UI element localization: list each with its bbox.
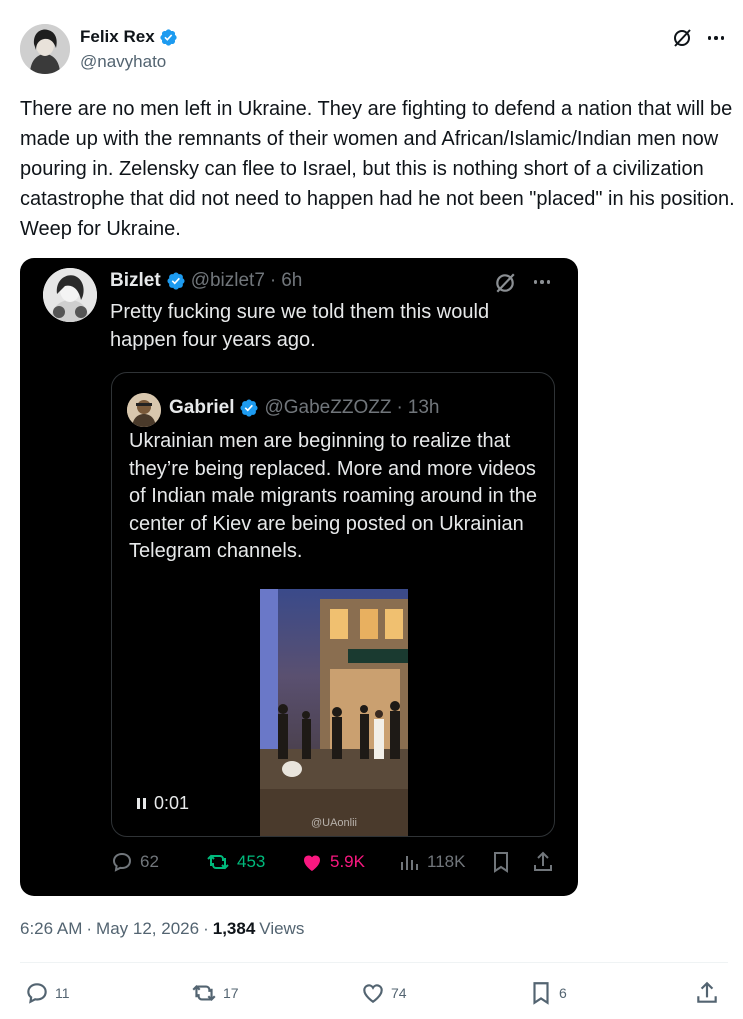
inner-name-row: Gabriel @GabeZZOZZ · 13h (169, 397, 440, 419)
quoted-separator: · (269, 270, 277, 291)
quoted-like-stat: 5.9K (300, 850, 365, 874)
repost-button[interactable]: 17 (190, 980, 239, 1006)
reply-count: 11 (55, 985, 70, 1001)
inner-verified-badge-icon (240, 399, 259, 417)
video-thumbnail: @UAonlii (260, 589, 408, 836)
inner-age: 13h (407, 397, 440, 418)
views-label: Views (259, 919, 305, 938)
quoted-age: 6h (281, 270, 303, 291)
quoted-display-name: Bizlet (110, 270, 161, 291)
share-button[interactable] (694, 980, 720, 1006)
quoted-avatar (43, 268, 97, 322)
share-icon (534, 851, 552, 871)
author-avatar[interactable] (20, 24, 70, 74)
share-icon (697, 981, 717, 1003)
repost-count: 17 (223, 985, 239, 1001)
views-icon (401, 856, 418, 870)
quoted-reply-count: 62 (140, 852, 159, 871)
video-time: 0:01 (154, 793, 190, 813)
inner-separator: · (396, 397, 403, 418)
author-handle[interactable]: @navyhato (80, 52, 166, 72)
reply-icon (27, 983, 47, 1004)
repost-icon (207, 854, 229, 870)
quoted-grok-icon (496, 273, 515, 293)
video-watermark: @UAonlii (310, 817, 357, 829)
inner-quote-card: Gabriel @GabeZZOZZ · 13h Ukrainian men a… (111, 372, 555, 837)
quoted-verified-badge-icon (167, 272, 185, 290)
quoted-views-stat: 118K (397, 850, 465, 874)
quoted-handle: @bizlet7 (190, 270, 265, 291)
author-display-name[interactable]: Felix Rex (80, 27, 155, 47)
quoted-share (532, 850, 554, 874)
like-count: 74 (391, 985, 407, 1001)
meta-separator-1: · (86, 919, 93, 938)
views-count: 1,384 (212, 919, 256, 938)
tweet: Felix Rex @navyhato There are no men lef… (0, 0, 743, 1019)
heart-icon (363, 984, 383, 1003)
grok-icon[interactable] (672, 28, 692, 48)
quoted-reply-stat: 62 (110, 850, 159, 874)
inner-handle: @GabeZZOZZ (264, 397, 392, 418)
divider (20, 962, 728, 963)
quoted-repost-count: 453 (237, 852, 266, 871)
tweet-media-image[interactable]: Bizlet @bizlet7 · 6h Pretty fucking sure… (20, 258, 578, 896)
quoted-like-count: 5.9K (330, 852, 365, 871)
inner-avatar (127, 393, 161, 427)
bookmark-icon (533, 982, 549, 1005)
bookmark-button[interactable]: 6 (528, 980, 567, 1006)
tweet-meta: 6:26 AM · May 12, 2026 · 1,384 Views (20, 919, 304, 939)
bookmark-icon (494, 852, 508, 873)
bookmark-count: 6 (559, 985, 567, 1001)
more-options-icon[interactable] (704, 28, 728, 48)
video-timer: 0:01 (137, 793, 189, 814)
heart-icon (304, 855, 320, 871)
tweet-text: There are no men left in Ukraine. They a… (20, 98, 735, 240)
action-bar: 11 17 74 6 (20, 980, 728, 1006)
repost-icon (192, 985, 216, 1001)
quoted-bookmark (490, 850, 512, 874)
pause-icon (137, 798, 146, 809)
tweet-date[interactable]: May 12, 2026 (96, 919, 199, 939)
quoted-actions-bar: 62 453 5.9K 118K (110, 850, 560, 876)
inner-display-name: Gabriel (169, 397, 235, 418)
author-name-row: Felix Rex (80, 27, 178, 47)
quoted-more-icon (530, 272, 554, 292)
reply-icon (112, 852, 132, 872)
quoted-repost-stat: 453 (205, 850, 265, 874)
like-button[interactable]: 74 (360, 980, 407, 1006)
verified-badge-icon (160, 28, 177, 46)
inner-text: Ukrainian men are beginning to realize t… (129, 430, 538, 562)
quoted-views-count: 118K (427, 852, 466, 871)
quoted-text: Pretty fucking sure we told them this wo… (110, 301, 490, 351)
meta-separator-2: · (203, 919, 209, 938)
tweet-time[interactable]: 6:26 AM (20, 919, 82, 939)
reply-button[interactable]: 11 (24, 980, 70, 1006)
quoted-name-row: Bizlet @bizlet7 · 6h (110, 270, 302, 292)
